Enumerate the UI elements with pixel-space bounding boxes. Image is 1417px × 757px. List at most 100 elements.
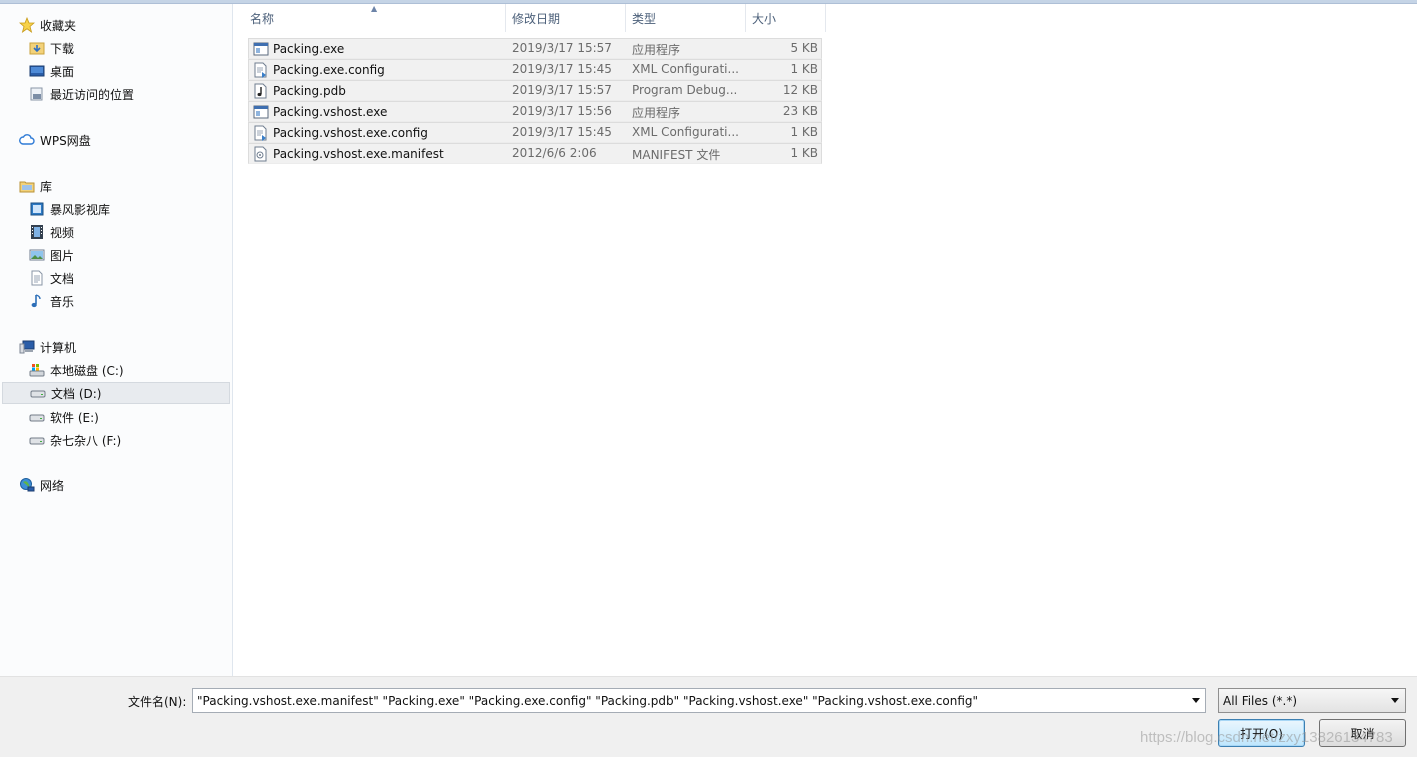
file-row[interactable]: Packing.pdb 2019/3/17 15:57 Program Debu… (248, 80, 822, 101)
file-size: 12 KB (782, 83, 818, 97)
nav-drive-e[interactable]: 软件 (E:) (2, 406, 230, 428)
file-list-pane: ▲ 名称 修改日期 类型 大小 Packing.exe 2019/3/17 15… (234, 4, 1417, 676)
nav-favorites[interactable]: 收藏夹 (2, 14, 230, 36)
nav-documents[interactable]: 文档 (2, 267, 230, 289)
column-header-size[interactable]: 大小 (746, 4, 826, 32)
nav-label: 本地磁盘 (C:) (50, 363, 124, 378)
filename-combobox[interactable]: "Packing.vshost.exe.manifest" "Packing.e… (192, 688, 1206, 713)
file-size: 1 KB (790, 125, 818, 139)
file-row[interactable]: Packing.vshost.exe.config 2019/3/17 15:4… (248, 122, 822, 143)
file-row[interactable]: Packing.vshost.exe 2019/3/17 15:56 应用程序 … (248, 101, 822, 122)
drive-icon (29, 384, 47, 402)
nav-label: 图片 (50, 248, 75, 263)
file-date: 2019/3/17 15:56 (512, 104, 612, 118)
nav-recent-places[interactable]: 最近访问的位置 (2, 83, 230, 105)
nav-label: 桌面 (50, 64, 75, 79)
file-name: Packing.vshost.exe (273, 105, 388, 119)
file-list: Packing.exe 2019/3/17 15:57 应用程序 5 KB Pa… (248, 38, 822, 164)
document-icon (28, 269, 46, 287)
filename-input[interactable]: "Packing.vshost.exe.manifest" "Packing.e… (193, 694, 1183, 708)
nav-pictures[interactable]: 图片 (2, 244, 230, 266)
file-date: 2012/6/6 2:06 (512, 146, 597, 160)
config-file-icon (254, 125, 267, 141)
file-type: 应用程序 (632, 106, 681, 120)
file-name: Packing.vshost.exe.manifest (273, 147, 444, 161)
nav-media-library[interactable]: 暴风影视库 (2, 198, 230, 220)
nav-downloads[interactable]: 下载 (2, 37, 230, 59)
file-name: Packing.pdb (273, 84, 346, 98)
column-header-name[interactable]: 名称 (244, 4, 506, 32)
file-type: 应用程序 (632, 43, 681, 57)
file-date: 2019/3/17 15:57 (512, 83, 612, 97)
chevron-down-icon[interactable] (1387, 689, 1403, 712)
nav-label: WPS网盘 (40, 133, 91, 148)
music-icon (28, 292, 46, 310)
file-type-filter-select[interactable]: All Files (*.*) (1218, 688, 1406, 713)
nav-label: 视频 (50, 225, 75, 240)
computer-icon (18, 338, 36, 356)
nav-label: 收藏夹 (40, 18, 77, 33)
file-date: 2019/3/17 15:45 (512, 125, 612, 139)
chevron-down-icon[interactable] (1187, 689, 1205, 712)
nav-label: 文档 (50, 271, 75, 286)
file-size: 5 KB (790, 41, 818, 55)
file-size: 1 KB (790, 146, 818, 160)
network-icon (18, 476, 36, 494)
nav-drive-d[interactable]: 文档 (D:) (2, 382, 230, 404)
file-date: 2019/3/17 15:45 (512, 62, 612, 76)
pdb-file-icon (254, 83, 267, 99)
nav-label: 最近访问的位置 (50, 87, 135, 102)
nav-label: 网络 (40, 478, 65, 493)
recent-places-icon (28, 85, 46, 103)
exe-icon (253, 42, 269, 56)
nav-label: 计算机 (40, 340, 77, 355)
nav-wps-cloud[interactable]: WPS网盘 (2, 129, 230, 151)
file-size: 1 KB (790, 62, 818, 76)
nav-drive-c[interactable]: 本地磁盘 (C:) (2, 359, 230, 381)
watermark-text: https://blog.csdn.net/zxy13826134783 (1140, 729, 1393, 746)
manifest-file-icon (254, 146, 267, 162)
filename-label: 文件名(N): (128, 695, 187, 709)
file-type-filter-value: All Files (*.*) (1223, 693, 1298, 708)
nav-label: 库 (40, 179, 53, 194)
picture-icon (28, 246, 46, 264)
downloads-folder-icon (28, 39, 46, 57)
navigation-pane: 收藏夹 下载 桌面 最近访问的位置 WPS网盘 库 暴风影视库 视频 图片 文档… (0, 4, 233, 676)
nav-network[interactable]: 网络 (2, 474, 230, 496)
file-row[interactable]: Packing.exe.config 2019/3/17 15:45 XML C… (248, 59, 822, 80)
drive-icon (28, 408, 46, 426)
file-type: XML Configurati... (632, 125, 739, 139)
file-row[interactable]: Packing.exe 2019/3/17 15:57 应用程序 5 KB (248, 38, 822, 59)
file-type: XML Configurati... (632, 62, 739, 76)
file-name: Packing.exe.config (273, 63, 385, 77)
file-type: Program Debug... (632, 83, 738, 97)
nav-label: 暴风影视库 (50, 202, 111, 217)
file-name: Packing.vshost.exe.config (273, 126, 428, 140)
file-row[interactable]: Packing.vshost.exe.manifest 2012/6/6 2:0… (248, 143, 822, 164)
nav-label: 下载 (50, 41, 75, 56)
media-library-icon (28, 200, 46, 218)
nav-videos[interactable]: 视频 (2, 221, 230, 243)
system-drive-icon (28, 361, 46, 379)
file-name: Packing.exe (273, 42, 345, 56)
column-header-type[interactable]: 类型 (626, 4, 746, 32)
libraries-folder-icon (18, 177, 36, 195)
nav-label: 软件 (E:) (50, 410, 99, 425)
nav-label: 音乐 (50, 294, 75, 309)
config-file-icon (254, 62, 267, 78)
file-date: 2019/3/17 15:57 (512, 41, 612, 55)
nav-libraries[interactable]: 库 (2, 175, 230, 197)
cloud-icon (18, 131, 36, 149)
video-icon (28, 223, 46, 241)
dialog-footer: 文件名(N): "Packing.vshost.exe.manifest" "P… (0, 676, 1417, 757)
file-type: MANIFEST 文件 (632, 148, 721, 162)
nav-computer[interactable]: 计算机 (2, 336, 230, 358)
nav-music[interactable]: 音乐 (2, 290, 230, 312)
nav-drive-f[interactable]: 杂七杂八 (F:) (2, 429, 230, 451)
exe-icon (253, 105, 269, 119)
nav-desktop[interactable]: 桌面 (2, 60, 230, 82)
column-header-date[interactable]: 修改日期 (506, 4, 626, 32)
star-icon (18, 16, 36, 34)
file-size: 23 KB (782, 104, 818, 118)
drive-icon (28, 431, 46, 449)
